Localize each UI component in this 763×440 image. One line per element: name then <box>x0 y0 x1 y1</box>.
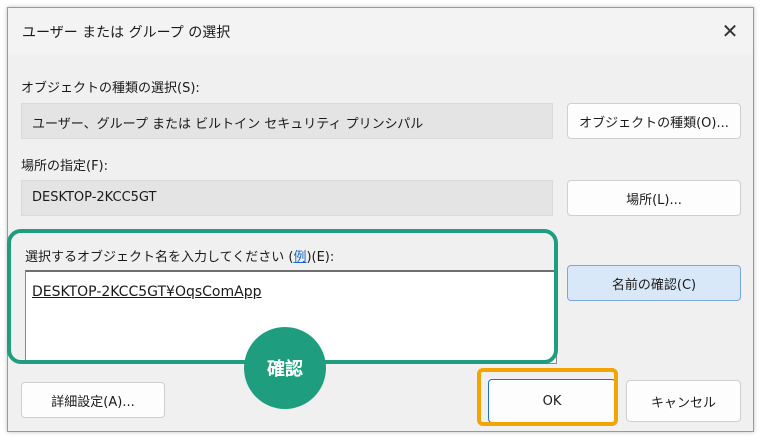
object-names-label-prefix: 選択するオブジェクト名を入力してください ( <box>25 250 294 265</box>
window-title: ユーザー または グループ の選択 <box>22 25 231 41</box>
title-bar: ユーザー または グループ の選択 ✕ <box>8 8 753 54</box>
cancel-button[interactable]: キャンセル <box>626 380 741 422</box>
select-users-or-groups-dialog: ユーザー または グループ の選択 ✕ オブジェクトの種類の選択(S): ユーザ… <box>7 7 754 432</box>
location-label: 場所の指定(F): <box>21 159 109 174</box>
object-types-button[interactable]: オブジェクトの種類(O)... <box>567 103 741 139</box>
location-field: DESKTOP-2KCC5GT <box>21 180 553 216</box>
location-button[interactable]: 場所(L)... <box>567 180 741 216</box>
object-names-label-suffix: )(E): <box>306 250 335 265</box>
confirm-badge: 確認 <box>244 327 326 409</box>
close-icon: ✕ <box>721 19 739 43</box>
check-names-button[interactable]: 名前の確認(C) <box>567 265 741 301</box>
object-types-label: オブジェクトの種類の選択(S): <box>21 81 200 96</box>
advanced-button[interactable]: 詳細設定(A)... <box>21 382 165 418</box>
close-button[interactable]: ✕ <box>707 8 753 54</box>
object-names-label: 選択するオブジェクト名を入力してください (例)(E): <box>25 246 334 265</box>
examples-link[interactable]: 例 <box>293 250 306 265</box>
object-types-field: ユーザー、グループ または ビルトイン セキュリティ プリンシパル <box>21 103 553 139</box>
ok-button[interactable]: OK <box>488 379 616 423</box>
